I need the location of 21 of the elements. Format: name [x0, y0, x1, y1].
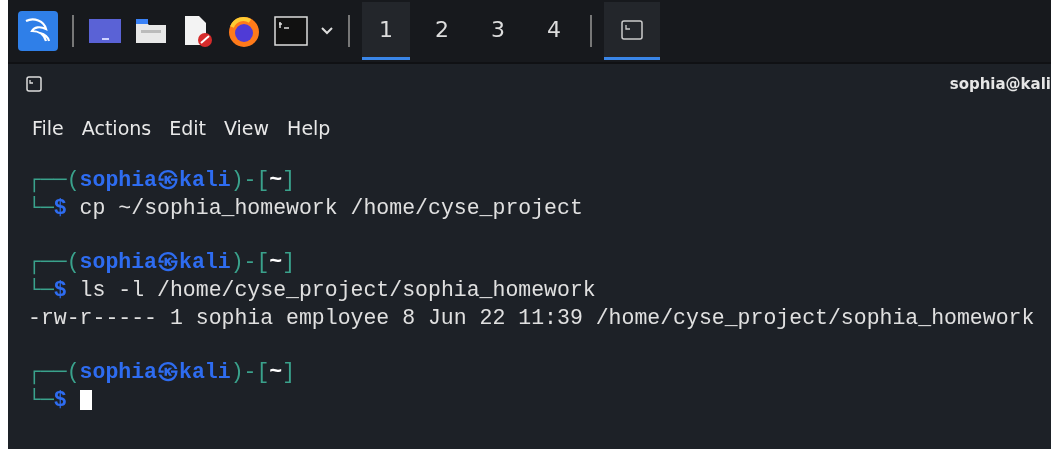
terminal-icon[interactable] [272, 14, 310, 48]
command-line: └─$ ls -l /home/cyse_project/sophia_homework [28, 278, 596, 302]
menu-item[interactable]: Help [287, 117, 331, 139]
menu-item[interactable]: Actions [81, 117, 152, 139]
workspace-tab[interactable]: 4 [530, 2, 578, 60]
workspace-tab[interactable]: 1 [362, 2, 410, 60]
output-text: -rw-r----- 1 sophia employee 8 Jun 22 11:39 /home/cyse_project/sophia_homework [28, 306, 1035, 330]
workspace-tab[interactable]: 3 [474, 2, 522, 60]
window-title: sophia@kali [949, 75, 1051, 93]
prompt-line: ┌──(sophia㉿kali)-[~] [28, 168, 296, 192]
prompt-line: ┌──(sophia㉿kali)-[~] [28, 250, 296, 274]
terminal-icon [26, 76, 42, 92]
workspace-tab[interactable]: 2 [418, 2, 466, 60]
window-button[interactable] [604, 2, 660, 60]
menu-item[interactable]: Edit [169, 117, 206, 139]
prompt-line: ┌──(sophia㉿kali)-[~] [28, 360, 296, 384]
menu-item[interactable]: File [32, 117, 64, 139]
terminal-icon [621, 19, 643, 40]
menu-item[interactable]: View [224, 117, 270, 139]
command-line: └─$ [28, 388, 92, 412]
command-line: └─$ cp ~/sophia_homework /home/cyse_project [28, 196, 583, 220]
